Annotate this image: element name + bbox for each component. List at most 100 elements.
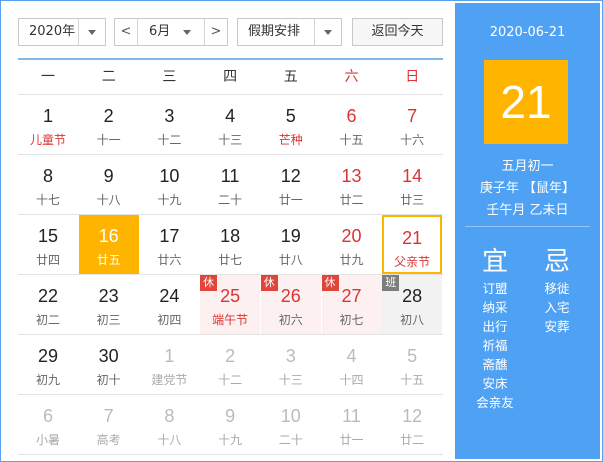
lunar-label: 廿三 — [400, 193, 425, 207]
next-month-button[interactable]: > — [204, 19, 227, 45]
chevron-down-icon — [78, 19, 105, 45]
panel-divider — [465, 226, 590, 227]
day-number: 3 — [285, 346, 296, 366]
yi-item: 安床 — [482, 376, 508, 391]
day-cell[interactable]: 4 十三 — [200, 95, 260, 154]
day-cell[interactable]: 18 廿七 — [200, 215, 260, 274]
day-cell[interactable]: 20 廿九 — [322, 215, 382, 274]
lunar-label: 父亲节 — [394, 255, 431, 269]
day-number: 4 — [225, 106, 236, 126]
day-cell[interactable]: 16 廿五 — [78, 215, 139, 274]
day-cell[interactable]: 2 十一 — [79, 95, 139, 154]
day-cell[interactable]: 26 初六休 — [260, 275, 321, 334]
lunar-label: 廿一 — [339, 433, 364, 447]
day-cell[interactable]: 12 廿二 — [382, 395, 442, 454]
chevron-down-icon — [314, 19, 341, 45]
day-cell[interactable]: 6 十五 — [322, 95, 382, 154]
day-cell[interactable]: 17 廿六 — [139, 215, 199, 274]
day-cell[interactable]: 4 十四 — [322, 335, 382, 394]
day-cell[interactable]: 9 十九 — [200, 395, 260, 454]
day-cell[interactable]: 7 高考 — [79, 395, 139, 454]
weekday-3: 四 — [223, 69, 238, 85]
lunar-label: 建党节 — [151, 373, 188, 387]
month-dropdown[interactable] — [177, 19, 203, 45]
lunar-label: 十七 — [35, 193, 60, 207]
rest-badge: 休 — [200, 275, 218, 291]
day-cell[interactable]: 14 廿三 — [382, 155, 442, 214]
day-cell[interactable]: 1 儿童节 — [18, 95, 78, 154]
day-cell[interactable]: 12 廿一 — [261, 155, 321, 214]
day-cell[interactable]: 27 初七休 — [321, 275, 382, 334]
day-cell[interactable]: 3 十二 — [139, 95, 199, 154]
day-number: 23 — [98, 286, 119, 306]
day-cell[interactable]: 22 初二 — [18, 275, 78, 334]
day-cell[interactable]: 11 廿一 — [322, 395, 382, 454]
lunar-label: 十五 — [339, 133, 364, 147]
lunar-label: 十八 — [157, 433, 182, 447]
lunar-label: 十九 — [157, 193, 182, 207]
lunar-label: 十八 — [96, 193, 121, 207]
day-cell[interactable]: 24 初四 — [139, 275, 199, 334]
day-number: 2 — [225, 346, 236, 366]
day-cell[interactable]: 5 十五 — [382, 335, 442, 394]
lunar-label: 十四 — [339, 373, 364, 387]
year-select[interactable]: 2020年 — [18, 18, 106, 46]
day-number: 21 — [402, 228, 423, 248]
lunar-label: 廿一 — [278, 193, 303, 207]
chevron-down-icon — [183, 30, 191, 35]
lunar-label: 高考 — [96, 433, 121, 447]
lunar-label: 十一 — [96, 133, 121, 147]
lunar-label: 小暑 — [35, 433, 60, 447]
lunar-label: 十三 — [218, 133, 243, 147]
day-cell[interactable]: 8 十七 — [18, 155, 78, 214]
day-number: 9 — [225, 406, 236, 426]
lunar-label: 初三 — [96, 313, 121, 327]
calendar-widget: 2020年 < 6月 > 假期安排 返回今天 一 二 三 四 五 六 日 1 儿童节 2 十一 3 十… — [0, 0, 603, 462]
day-cell[interactable]: 1 建党节 — [139, 335, 199, 394]
day-cell[interactable]: 5 芒种 — [261, 95, 321, 154]
weekday-0: 一 — [41, 69, 55, 85]
day-number: 11 — [342, 406, 361, 426]
day-cell[interactable]: 6 小暑 — [18, 395, 78, 454]
ji-item: 移徙 — [544, 281, 570, 296]
weekday-2: 三 — [162, 69, 177, 85]
day-cell[interactable]: 10 二十 — [261, 395, 321, 454]
day-cell[interactable]: 21 父亲节 — [382, 215, 443, 274]
prev-month-button[interactable]: < — [115, 19, 138, 45]
day-cell[interactable]: 23 初三 — [79, 275, 139, 334]
day-number: 11 — [220, 166, 240, 186]
day-cell[interactable]: 8 十八 — [139, 395, 199, 454]
day-cell[interactable]: 10 十九 — [139, 155, 199, 214]
lunar-label: 十六 — [400, 133, 425, 147]
day-cell[interactable]: 11 二十 — [200, 155, 260, 214]
yi-item: 订盟 — [482, 281, 508, 296]
lunar-label: 二十 — [218, 193, 243, 207]
day-cell[interactable]: 15 廿四 — [18, 215, 78, 274]
lunar-label: 廿八 — [278, 253, 303, 267]
day-cell[interactable]: 30 初十 — [79, 335, 139, 394]
day-cell[interactable]: 9 十八 — [79, 155, 139, 214]
month-value[interactable]: 6月 — [149, 19, 170, 45]
day-cell[interactable]: 2 十二 — [200, 335, 260, 394]
day-cell[interactable]: 13 廿二 — [322, 155, 382, 214]
lunar-label: 十二 — [157, 133, 182, 147]
day-number: 7 — [407, 106, 418, 126]
day-number: 2 — [103, 106, 114, 126]
ji-list: 移徙 入宅 安葬 — [532, 279, 582, 336]
weekday-header: 一二三四五六日 — [18, 61, 443, 93]
day-number: 5 — [407, 346, 418, 366]
lunar-label: 初九 — [35, 373, 60, 387]
ji-title: 忌 — [543, 247, 570, 277]
day-cell[interactable]: 25 端午节休 — [200, 275, 261, 334]
day-cell[interactable]: 19 廿八 — [261, 215, 321, 274]
holiday-select[interactable]: 假期安排 — [237, 18, 342, 46]
rest-badge: 休 — [321, 275, 339, 291]
lunar-label: 廿五 — [96, 253, 121, 267]
day-cell[interactable]: 7 十六 — [382, 95, 442, 154]
day-cell[interactable]: 3 十三 — [261, 335, 321, 394]
back-to-today-button[interactable]: 返回今天 — [352, 18, 443, 46]
day-number: 18 — [220, 226, 241, 246]
lunar-label: 端午节 — [212, 313, 249, 327]
day-cell[interactable]: 29 初九 — [18, 335, 78, 394]
day-cell[interactable]: 28 初八班 — [382, 275, 443, 334]
